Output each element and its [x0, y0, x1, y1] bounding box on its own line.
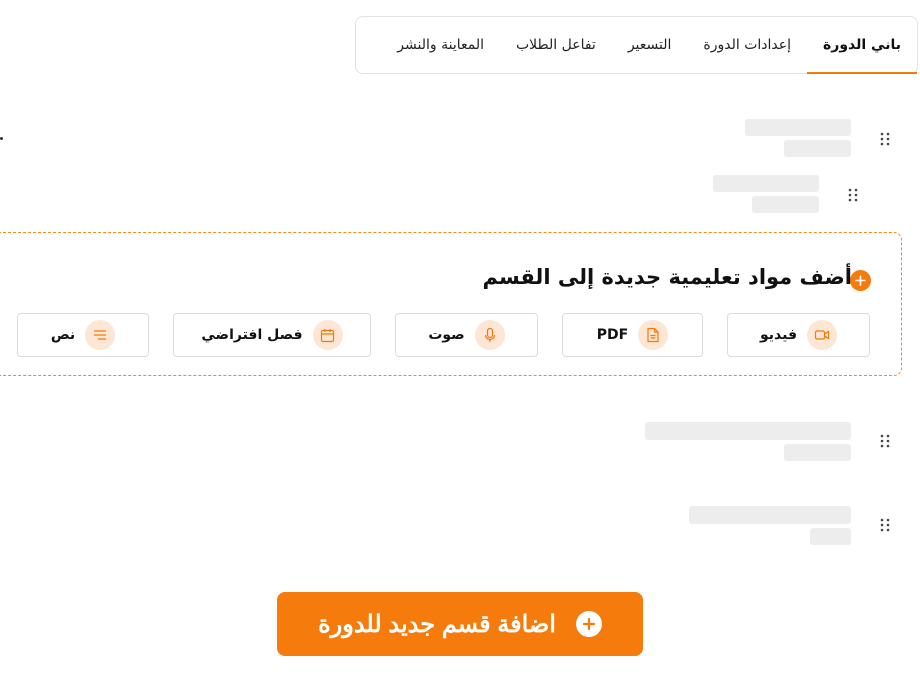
material-type-label: صوت	[428, 327, 465, 343]
lesson-subtitle-placeholder	[752, 196, 819, 213]
drag-handle-icon[interactable]	[880, 132, 890, 146]
material-type-text[interactable]: نص	[17, 313, 149, 357]
add-material-title: أضف مواد تعليمية جديدة إلى القسم	[482, 265, 852, 289]
section-subtitle-placeholder	[784, 444, 851, 461]
drag-handle-icon[interactable]	[880, 518, 890, 532]
tab-course-builder[interactable]: باني الدورة	[807, 17, 917, 74]
material-type-video[interactable]: فيديو	[727, 313, 870, 357]
tab-pricing[interactable]: التسعير	[612, 17, 688, 73]
material-type-label: فصل افتراضي	[201, 327, 303, 343]
section-subtitle-placeholder	[810, 528, 851, 545]
drag-handle-icon[interactable]	[848, 188, 858, 202]
document-icon	[638, 320, 669, 350]
add-section-label: اضافة قسم جديد للدورة	[318, 610, 556, 638]
material-type-virtual-class[interactable]: فصل افتراضي	[173, 313, 371, 357]
material-type-label: PDF	[596, 327, 629, 343]
stray-dot	[0, 137, 3, 140]
material-type-label: فيديو	[760, 327, 798, 343]
section-subtitle-placeholder	[784, 140, 851, 157]
material-type-pdf[interactable]: PDF	[562, 313, 703, 357]
add-section-button[interactable]: اضافة قسم جديد للدورة	[277, 592, 643, 656]
video-icon	[807, 320, 838, 350]
calendar-icon	[312, 320, 343, 350]
text-lines-icon	[85, 320, 116, 350]
tab-preview-publish[interactable]: المعاينة والنشر	[381, 17, 500, 73]
section-title-placeholder	[745, 119, 851, 136]
plus-circle-icon	[575, 611, 602, 637]
course-tabs: باني الدورة إعدادات الدورة التسعير تفاعل…	[355, 16, 918, 74]
material-type-audio[interactable]: صوت	[395, 313, 538, 357]
drag-handle-icon[interactable]	[880, 434, 890, 448]
lesson-title-placeholder	[713, 175, 819, 192]
section-title-placeholder	[645, 422, 851, 440]
tab-student-engagement[interactable]: تفاعل الطلاب	[500, 17, 612, 73]
plus-circle-icon[interactable]	[850, 270, 871, 291]
microphone-icon	[474, 320, 505, 350]
tab-course-settings[interactable]: إعدادات الدورة	[687, 17, 807, 73]
material-type-label: نص	[50, 327, 76, 343]
section-title-placeholder	[689, 506, 851, 524]
